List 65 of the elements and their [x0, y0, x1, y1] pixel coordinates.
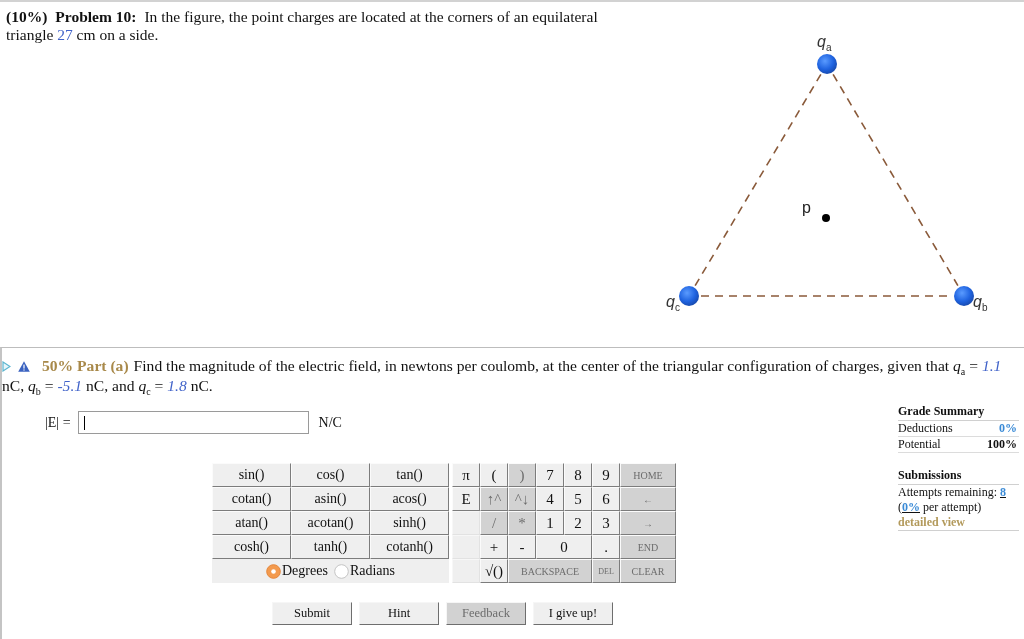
keypad-key[interactable]: ( — [480, 463, 508, 487]
radio-icon[interactable] — [333, 563, 349, 579]
text-cursor-icon — [83, 415, 85, 430]
keypad-key[interactable]: 6 — [592, 487, 620, 511]
keypad-key[interactable]: 8 — [564, 463, 592, 487]
function-key[interactable]: acos() — [370, 487, 449, 511]
function-key[interactable]: atan() — [212, 511, 291, 535]
keypad-key[interactable]: 7 — [536, 463, 564, 487]
play-icon — [2, 361, 11, 372]
charge-label: q$_{c}$ — [666, 294, 680, 310]
point-dot — [822, 214, 830, 222]
function-key[interactable]: sinh() — [370, 511, 449, 535]
charge-sphere — [954, 286, 974, 306]
angle-mode-option[interactable]: Degrees — [266, 563, 328, 579]
function-key[interactable]: cotanh() — [370, 535, 449, 559]
unit-label: N/C — [318, 414, 342, 431]
keypad-key[interactable]: π — [452, 463, 480, 487]
keypad-key[interactable]: E — [452, 487, 480, 511]
angle-mode-option[interactable]: Radians — [333, 563, 395, 579]
keypad-key[interactable]: 5 — [564, 487, 592, 511]
charge-label: q$_{b}$ — [973, 294, 988, 310]
function-key[interactable]: cos() — [291, 463, 370, 487]
keypad-key[interactable]: 2 — [564, 511, 592, 535]
part-question: 50% Part (a) Find the magnitude of the electric field, in newtons per coulomb, at the center of the triangular configuration of charges, given that q$_{a}$ = 1.1 nC, q$_{b}$ = -5.1 nC, and q$_{c}$ = 1.8 nC. — [2, 356, 1003, 396]
hint-button[interactable]: Hint — [359, 602, 439, 625]
keypad-key[interactable]: 9 — [592, 463, 620, 487]
submit-button[interactable]: Submit — [272, 602, 352, 625]
keypad-key[interactable]: 4 — [536, 487, 564, 511]
answer-field[interactable] — [77, 411, 309, 434]
summary-label: Potential — [898, 437, 941, 452]
function-key[interactable]: cotan() — [212, 487, 291, 511]
function-key[interactable]: cosh() — [212, 535, 291, 559]
keypad-blank — [452, 559, 480, 583]
keypad-key[interactable]: 1 — [536, 511, 564, 535]
submissions-title: Submissions — [898, 468, 1019, 485]
attempts-link[interactable]: 8 — [1000, 485, 1006, 499]
keypad-blank — [452, 511, 480, 535]
give-up-button[interactable]: I give up! — [533, 602, 613, 625]
penalty-link[interactable]: 0% — [902, 500, 920, 514]
charge-sphere — [679, 286, 699, 306]
attempts-text: Attempts remaining: 8 — [898, 485, 1007, 500]
keypad-key[interactable]: + — [480, 535, 508, 559]
keypad-key[interactable]: 0 — [536, 535, 592, 559]
penalty-note: (0% per attempt) — [898, 500, 983, 515]
keypad-key[interactable]: . — [592, 535, 620, 559]
function-key[interactable]: tan() — [370, 463, 449, 487]
keypad-key[interactable]: 3 — [592, 511, 620, 535]
keypad-blank — [452, 535, 480, 559]
keypad-key[interactable]: - — [508, 535, 536, 559]
summary-title: Grade Summary — [898, 404, 1019, 421]
function-key[interactable]: tanh() — [291, 535, 370, 559]
function-key[interactable]: asin() — [291, 487, 370, 511]
charge-sphere — [817, 54, 837, 74]
function-key[interactable]: sin() — [212, 463, 291, 487]
summary-label: Deductions — [898, 421, 953, 436]
summary-value: 0% — [999, 421, 1017, 436]
point-label: p — [802, 200, 811, 216]
function-key[interactable]: acotan() — [291, 511, 370, 535]
answer-label: |E| = — [45, 414, 71, 431]
charge-label: q$_{a}$ — [817, 34, 832, 50]
radio-icon[interactable] — [266, 563, 281, 579]
warning-icon — [18, 361, 30, 372]
keypad-key[interactable]: √() — [480, 559, 508, 583]
summary-value: 100% — [987, 437, 1017, 452]
problem-statement: (10%) Problem 10: In the figure, the point charges are located at the corners of an equilateral triangle 27 cm on a side. — [6, 8, 599, 44]
